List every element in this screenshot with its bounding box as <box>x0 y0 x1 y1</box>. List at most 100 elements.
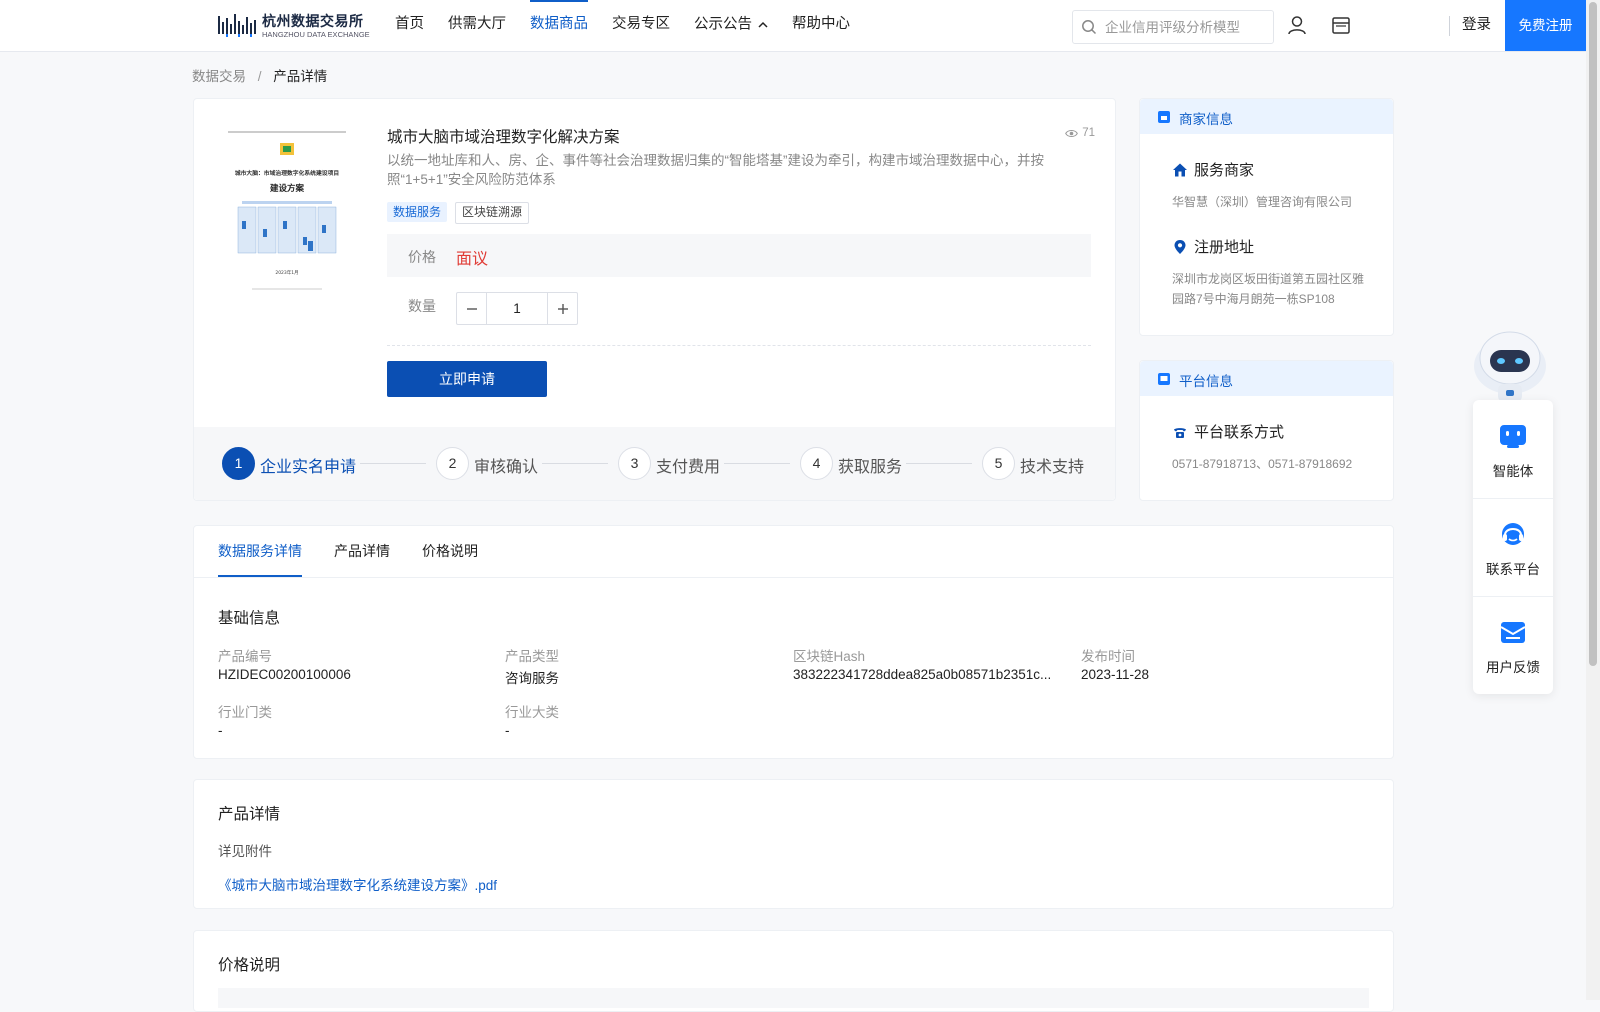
step-2-circle: 2 <box>436 447 469 480</box>
contact-platform-button[interactable]: 联系平台 <box>1473 498 1553 595</box>
tag-data-service: 数据服务 <box>387 202 448 222</box>
location-pin-icon <box>1174 239 1186 254</box>
step-3-label: 支付费用 <box>656 459 721 476</box>
step-connector <box>360 463 426 464</box>
minus-icon <box>466 307 477 310</box>
quantity-input[interactable] <box>486 293 548 324</box>
agent-label: 智能体 <box>1492 464 1534 479</box>
tab-product-details[interactable]: 产品详情 <box>334 526 390 577</box>
process-steps: 1 企业实名申请 2 审核确认 3 支付费用 4 获取服务 5 技术支持 <box>194 427 1115 500</box>
tab-price-description[interactable]: 价格说明 <box>422 526 478 577</box>
view-count-value: 71 <box>1082 127 1095 139</box>
provider-name: 华智慧（深圳）管理咨询有限公司 <box>1172 195 1353 209</box>
user-feedback-button[interactable]: 用户反馈 <box>1473 596 1553 693</box>
nav-data-products[interactable]: 数据商品 <box>530 0 588 51</box>
plus-icon <box>557 303 568 314</box>
robot-assistant-icon[interactable] <box>1470 326 1550 402</box>
nav-help-center[interactable]: 帮助中心 <box>792 0 850 51</box>
nav-announcements-label: 公示公告 <box>694 16 752 33</box>
field-value-blockchain-hash: 383222341728ddea825a0b08571b2351c... <box>793 667 1052 682</box>
home-icon <box>1173 163 1187 176</box>
step-connector <box>906 463 972 464</box>
thumbnail-title: 城市大脑：市域治理数字化系统建设项目 <box>235 169 339 177</box>
address-value: 深圳市龙岗区坂田街道第五园社区雅园路7号中海月朗苑一栋SP108 <box>1172 272 1365 306</box>
decrease-button[interactable] <box>457 293 486 324</box>
thumbnail-date: 2023年1月 <box>275 269 298 276</box>
agent-button[interactable]: 智能体 <box>1473 400 1553 497</box>
attachment-link[interactable]: 《城市大脑市域治理数字化系统建设方案》.pdf <box>218 874 497 894</box>
product-title: 城市大脑市域治理数字化解决方案 <box>387 129 620 146</box>
field-value-product-type: 咨询服务 <box>505 671 559 686</box>
product-tags: 数据服务 区块链溯源 <box>387 202 530 224</box>
price-row: 价格 面议 <box>387 234 1091 277</box>
product-detail-text: 详见附件 <box>218 844 272 859</box>
address-heading: 注册地址 <box>1172 236 1254 257</box>
step-connector <box>724 463 790 464</box>
nav-trading-zone[interactable]: 交易专区 <box>612 0 670 51</box>
register-button[interactable]: 免费注册 <box>1505 0 1586 51</box>
scrollbar-thumb[interactable] <box>1589 2 1597 666</box>
field-label-product-id: 产品编号 <box>218 649 272 664</box>
login-link[interactable]: 登录 <box>1462 0 1491 51</box>
step-3-circle: 3 <box>618 447 651 480</box>
contact-label: 平台联系方式 <box>1194 424 1285 441</box>
tag-blockchain: 区块链溯源 <box>455 202 530 224</box>
step-1-label: 企业实名申请 <box>260 459 357 476</box>
provider-heading: 服务商家 <box>1172 159 1254 180</box>
merchant-info-title: 商家信息 <box>1179 112 1233 127</box>
search-input[interactable] <box>1103 11 1271 43</box>
product-thumbnail[interactable]: 城市大脑：市域治理数字化系统建设项目 建设方案 2023年1月 <box>228 129 346 299</box>
price-value: 面议 <box>456 251 489 268</box>
field-label-industry-category: 行业门类 <box>218 705 272 720</box>
increase-button[interactable] <box>548 293 577 324</box>
user-feedback-label: 用户反馈 <box>1486 660 1540 675</box>
field-value-product-id: HZIDEC00200100006 <box>218 667 351 682</box>
user-icon[interactable] <box>1286 14 1308 36</box>
thumbnail-subtitle: 建设方案 <box>269 183 305 194</box>
contact-platform-label: 联系平台 <box>1486 562 1540 577</box>
step-5-circle: 5 <box>982 447 1015 480</box>
contact-heading: 平台联系方式 <box>1172 421 1284 442</box>
platform-info-header: 平台信息 <box>1140 361 1393 396</box>
contact-phone: 0571-87918713、0571-87918692 <box>1172 457 1353 471</box>
step-4-label: 获取服务 <box>838 459 903 476</box>
product-description: 以统一地址库和人、房、企、事件等社会治理数据归集的“智能塔基”建设为牵引，构建市… <box>387 153 1044 187</box>
field-label-product-type: 产品类型 <box>505 649 559 664</box>
step-1-circle: 1 <box>222 447 255 480</box>
agent-icon <box>1500 425 1526 448</box>
field-label-publish-date: 发布时间 <box>1081 649 1135 664</box>
nav-announcements[interactable]: 公示公告 <box>694 0 768 51</box>
field-value-industry-class: - <box>505 723 510 738</box>
tab-data-service-details[interactable]: 数据服务详情 <box>218 526 302 577</box>
store-icon[interactable] <box>1330 14 1352 36</box>
provider-label: 服务商家 <box>1194 162 1255 179</box>
eye-icon <box>1065 129 1079 137</box>
field-label-industry-class: 行业大类 <box>505 705 559 720</box>
nav-home[interactable]: 首页 <box>395 0 424 51</box>
logo[interactable]: 杭州数据交易所 HANGZHOU DATA EXCHANGE <box>218 10 370 40</box>
page-scrollbar[interactable] <box>1586 0 1600 1000</box>
breadcrumb-current: 产品详情 <box>273 69 328 84</box>
quantity-label: 数量 <box>408 298 436 314</box>
field-label-blockchain-hash: 区块链Hash <box>793 649 866 664</box>
breadcrumb-root[interactable]: 数据交易 <box>192 69 246 84</box>
platform-info-card: 平台信息 平台联系方式 0571-87918713、0571-87918692 <box>1139 360 1394 501</box>
shop-icon <box>1158 111 1170 123</box>
platform-icon <box>1158 373 1170 385</box>
floating-toolbar: 智能体 联系平台 用户反馈 <box>1473 400 1553 694</box>
breadcrumb-separator: / <box>257 69 262 84</box>
field-value-publish-date: 2023-11-28 <box>1081 667 1150 682</box>
price-label: 价格 <box>408 249 436 265</box>
view-count: 71 <box>1065 127 1095 139</box>
search-icon[interactable] <box>1081 19 1097 35</box>
breadcrumb: 数据交易 / 产品详情 <box>192 65 327 85</box>
search-box <box>1072 10 1274 44</box>
merchant-info-card: 商家信息 服务商家 华智慧（深圳）管理咨询有限公司 注册地址 深圳市龙岗区坂田街… <box>1139 98 1394 336</box>
chevron-up-icon <box>758 0 768 49</box>
merchant-info-header: 商家信息 <box>1140 99 1393 134</box>
address-label: 注册地址 <box>1194 239 1255 256</box>
header-divider <box>1449 16 1450 36</box>
feedback-icon <box>1500 622 1526 643</box>
apply-now-button[interactable]: 立即申请 <box>387 361 547 397</box>
nav-supply-demand[interactable]: 供需大厅 <box>448 0 506 51</box>
